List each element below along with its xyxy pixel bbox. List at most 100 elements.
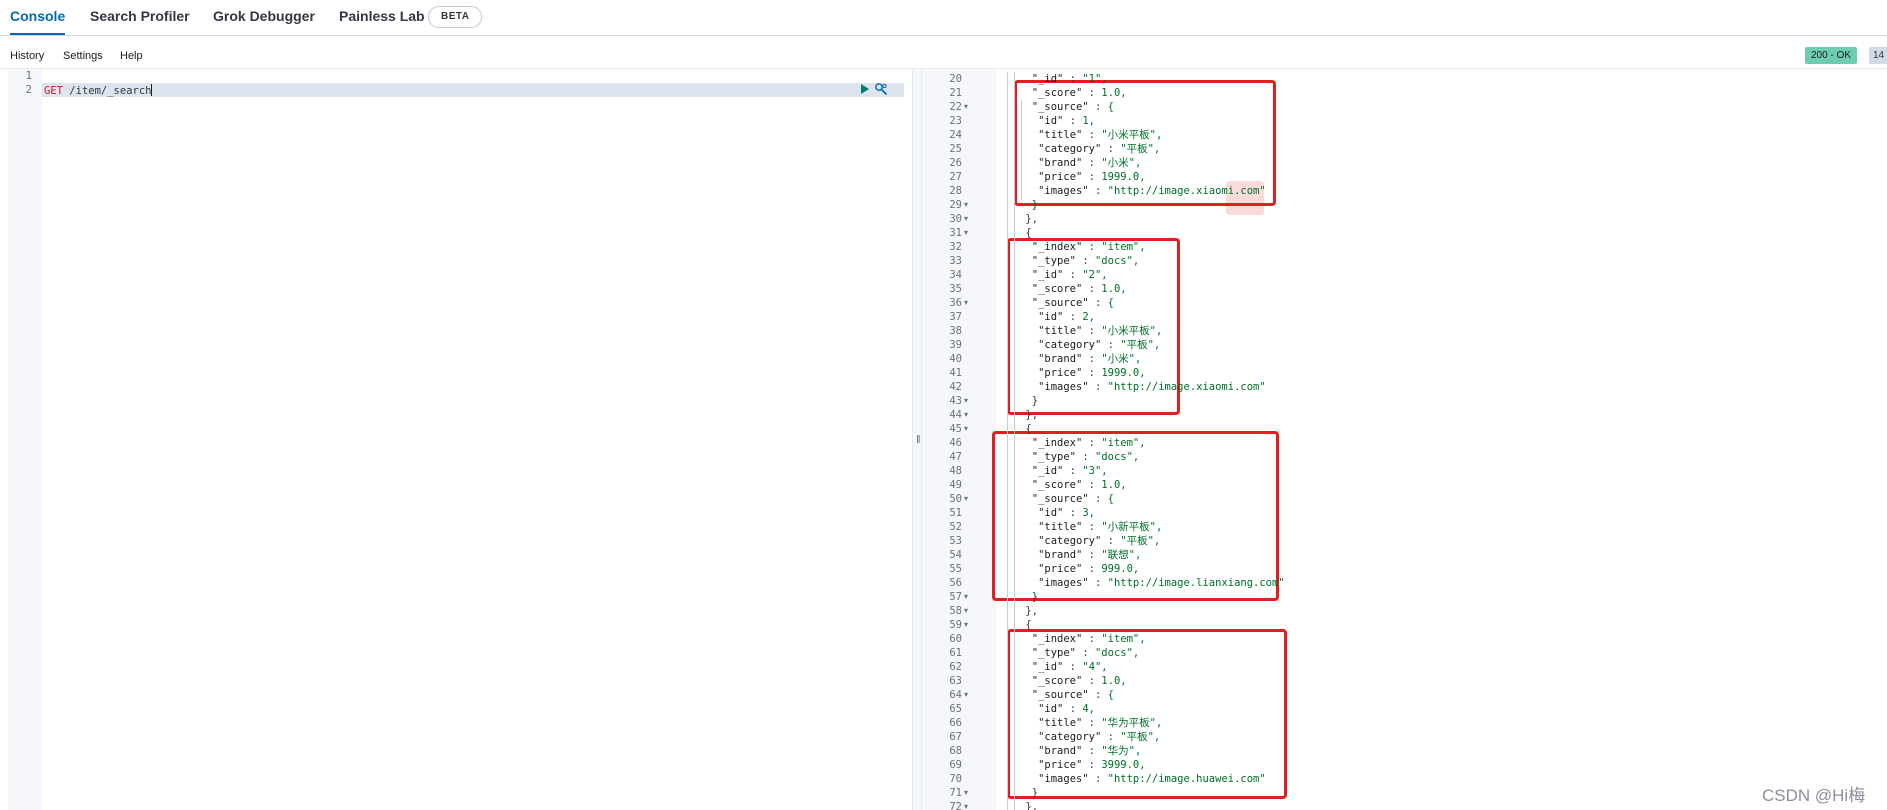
send-request-play-icon[interactable] <box>861 84 869 94</box>
response-line-number: 24 <box>949 129 962 141</box>
response-line-number: 30 <box>949 213 962 225</box>
response-line-number: 66 <box>949 717 962 729</box>
response-line-number: 43 <box>949 395 962 407</box>
fold-toggle-icon[interactable]: ▾ <box>964 408 968 422</box>
response-line: "id" : 4, <box>1038 703 1096 715</box>
response-line: "category" : "平板", <box>1038 535 1161 547</box>
response-line: } <box>1031 787 1039 799</box>
response-line: }, <box>1025 605 1039 617</box>
response-line-number: 57 <box>949 591 962 603</box>
response-line-number: 38 <box>949 325 962 337</box>
response-line-number: 35 <box>949 283 962 295</box>
response-line-number: 64 <box>949 689 962 701</box>
response-line-number: 27 <box>949 171 962 183</box>
fold-toggle-icon[interactable]: ▾ <box>964 786 968 800</box>
response-line: "_source" : { <box>1031 101 1114 113</box>
fold-toggle-icon[interactable]: ▾ <box>964 212 968 226</box>
history-link[interactable]: History <box>10 50 44 62</box>
fold-toggle-icon[interactable]: ▾ <box>964 492 968 506</box>
response-line-number: 52 <box>949 521 962 533</box>
indent-guide <box>1014 72 1015 810</box>
response-line-number: 48 <box>949 465 962 477</box>
active-line-highlight <box>42 83 904 97</box>
response-line: } <box>1031 395 1039 407</box>
response-line: "brand" : "小米", <box>1038 157 1142 169</box>
response-line: "_type" : "docs", <box>1031 647 1140 659</box>
response-line-number: 40 <box>949 353 962 365</box>
response-line-number: 67 <box>949 731 962 743</box>
response-line-number: 61 <box>949 647 962 659</box>
response-line: "_index" : "item", <box>1031 437 1146 449</box>
settings-link[interactable]: Settings <box>63 50 103 62</box>
response-line: "id" : 1, <box>1038 115 1096 127</box>
response-line-number: 72 <box>949 801 962 810</box>
response-line: "images" : "http://image.xiaomi.com" <box>1038 185 1266 197</box>
fold-toggle-icon[interactable]: ▾ <box>964 296 968 310</box>
response-line-number: 42 <box>949 381 962 393</box>
response-line: "_id" : "1", <box>1031 73 1108 85</box>
response-line-number: 56 <box>949 577 962 589</box>
response-line: "category" : "平板", <box>1038 731 1161 743</box>
response-line: "_type" : "docs", <box>1031 255 1140 267</box>
request-line[interactable]: GET /item/_search <box>44 84 153 97</box>
response-line-number: 59 <box>949 619 962 631</box>
response-line-number: 26 <box>949 157 962 169</box>
response-line: "brand" : "小米", <box>1038 353 1142 365</box>
response-line: "price" : 999.0, <box>1038 563 1140 575</box>
indent-guide <box>1021 100 1022 200</box>
response-line-number: 41 <box>949 367 962 379</box>
response-line-number: 31 <box>949 227 962 239</box>
response-line-number: 28 <box>949 185 962 197</box>
help-link[interactable]: Help <box>120 50 143 62</box>
request-path: /item/_search <box>69 85 152 97</box>
fold-toggle-icon[interactable]: ▾ <box>964 394 968 408</box>
response-line: "price" : 1999.0, <box>1038 367 1146 379</box>
response-line-number: 20 <box>949 73 962 85</box>
response-line: "_id" : "2", <box>1031 269 1108 281</box>
response-line: "title" : "小米平板", <box>1038 129 1163 141</box>
response-line: }, <box>1025 801 1039 810</box>
fold-toggle-icon[interactable]: ▾ <box>964 618 968 632</box>
response-line-number: 34 <box>949 269 962 281</box>
response-line: "_score" : 1.0, <box>1031 87 1127 99</box>
status-badge: 200 - OK <box>1805 47 1858 64</box>
response-line: "brand" : "华为", <box>1038 745 1142 757</box>
indent-guide <box>1007 72 1008 810</box>
response-line: "title" : "小米平板", <box>1038 325 1163 337</box>
response-line: }, <box>1025 409 1039 421</box>
fold-toggle-icon[interactable]: ▾ <box>964 198 968 212</box>
response-line-number: 53 <box>949 535 962 547</box>
request-line-number: 2 <box>25 84 32 96</box>
response-line-number: 58 <box>949 605 962 617</box>
response-line-number: 63 <box>949 675 962 687</box>
fold-toggle-icon[interactable]: ▾ <box>964 604 968 618</box>
response-line: "title" : "华为平板", <box>1038 717 1163 729</box>
panel-resizer[interactable]: ‖ <box>912 69 922 810</box>
fold-toggle-icon[interactable]: ▾ <box>964 100 968 114</box>
response-line: "images" : "http://image.xiaomi.com" <box>1038 381 1266 393</box>
fold-toggle-icon[interactable]: ▾ <box>964 422 968 436</box>
response-line-number: 50 <box>949 493 962 505</box>
wrench-icon[interactable] <box>874 82 888 96</box>
fold-toggle-icon[interactable]: ▾ <box>964 590 968 604</box>
tab-grok-debugger[interactable]: Grok Debugger <box>213 0 315 35</box>
fold-toggle-icon[interactable]: ▾ <box>964 800 968 810</box>
fold-toggle-icon[interactable]: ▾ <box>964 688 968 702</box>
response-line-number: 25 <box>949 143 962 155</box>
response-line-number: 70 <box>949 773 962 785</box>
response-line: "_index" : "item", <box>1031 633 1146 645</box>
response-line-number: 45 <box>949 423 962 435</box>
response-line-number: 60 <box>949 633 962 645</box>
response-line-number: 62 <box>949 661 962 673</box>
response-line-number: 36 <box>949 297 962 309</box>
response-line-number: 22 <box>949 101 962 113</box>
tab-console[interactable]: Console <box>10 0 66 35</box>
tab-search-profiler[interactable]: Search Profiler <box>90 0 190 35</box>
fold-toggle-icon[interactable]: ▾ <box>964 226 968 240</box>
tab-painless-lab[interactable]: Painless Lab <box>339 0 425 35</box>
response-line: "images" : "http://image.lianxiang.com" <box>1038 577 1285 589</box>
response-line: "_source" : { <box>1031 493 1114 505</box>
response-line: "_source" : { <box>1031 689 1114 701</box>
response-line-number: 44 <box>949 409 962 421</box>
request-editor[interactable] <box>42 69 912 810</box>
